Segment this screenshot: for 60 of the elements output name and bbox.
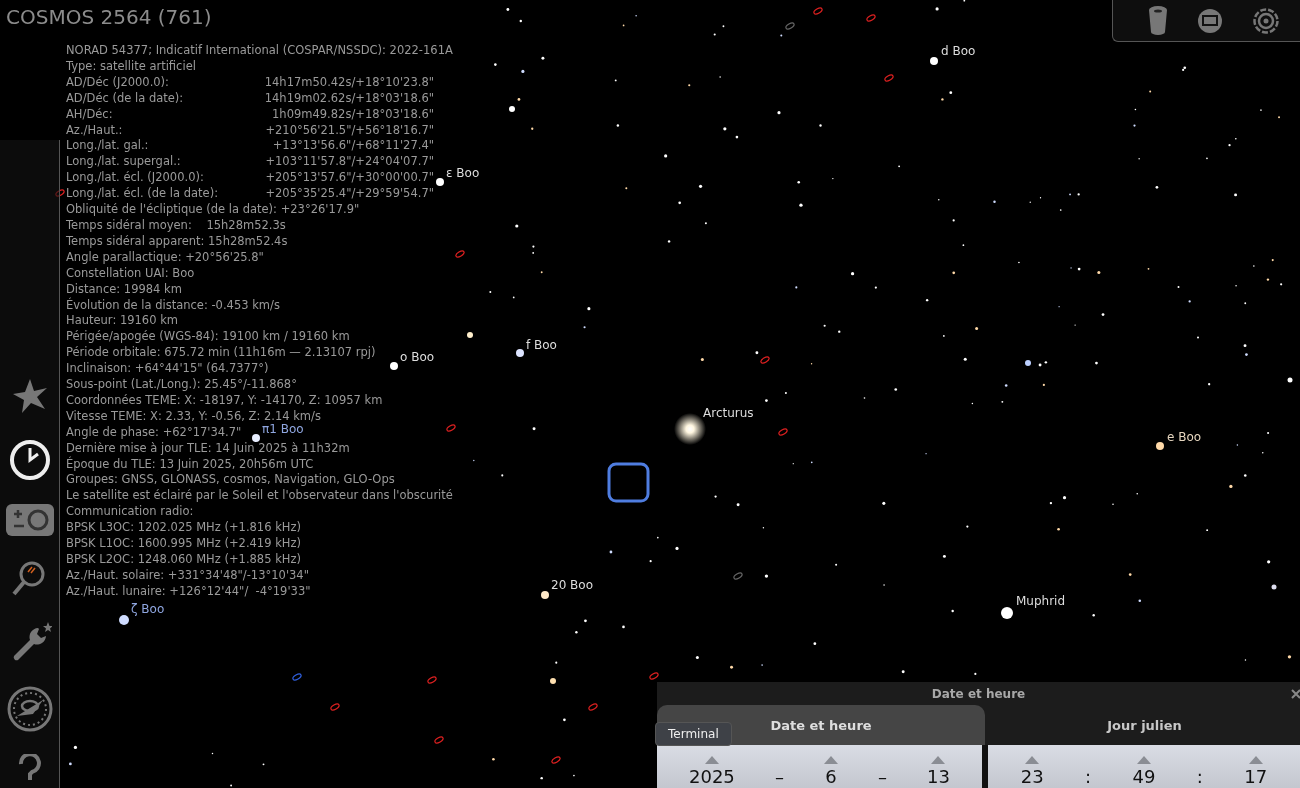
- star-label: ε Boo: [446, 166, 480, 180]
- info-line: Le satellite est éclairé par le Soleil et l'observateur dans l'obscurité: [66, 488, 453, 505]
- info-line: Groupes: GNSS, GLONASS, cosmos, Navigation, GLO-Ops: [66, 472, 395, 489]
- info-line: NORAD 54377; Indicatif International (COSPAR/NSSDC): 2022-161A: [66, 43, 453, 59]
- star-label: f Boo: [526, 338, 557, 352]
- star-label: o Boo: [400, 350, 435, 364]
- info-line: Hauteur: 19160 km: [66, 313, 178, 330]
- info-line: Temps sidéral moyen: 15h28m52.3s: [66, 217, 286, 234]
- object-title: COSMOS 2564 (761): [5, 4, 212, 29]
- tooltip: Terminal: [655, 722, 732, 746]
- star-label: d Boo: [941, 44, 976, 58]
- info-label: AD/Déc (de la date):: [66, 90, 184, 107]
- info-line: Constellation UAI: Boo: [66, 265, 195, 282]
- info-value: +13°13'56.6"/+68°11'27.4": [272, 138, 434, 155]
- info-line: BPSK L1OC: 1600.995 MHz (+2.419 kHz): [66, 536, 301, 552]
- separator: :: [1085, 766, 1092, 788]
- info-label: AH/Déc:: [66, 106, 113, 123]
- info-line: Inclinaison: +64°44'15" (64.7377°): [66, 361, 269, 378]
- info-value: +205°13'57.6"/+30°00'00.7": [265, 170, 434, 187]
- info-value: 1h09m49.82s/+18°03'18.6": [272, 106, 434, 123]
- info-value: +103°11'57.8"/+24°04'07.7": [265, 154, 434, 171]
- info-line: Vitesse TEME: X: 2.33, Y: -0.56, Z: 2.14 km/s: [66, 408, 321, 424]
- info-line: Sous-point (Lat./Long.): 25.45°/-11.868°: [66, 377, 297, 393]
- info-line: BPSK L3OC: 1202.025 MHz (+1.816 kHz): [66, 520, 301, 537]
- star-label: ζ Boo: [131, 602, 165, 616]
- info-line: Temps sidéral apparent: 15h28m52.4s: [66, 233, 288, 250]
- info-line: Distance: 19984 km: [66, 281, 182, 297]
- info-label: Long./lat. supergal.:: [66, 154, 181, 171]
- separator: –: [774, 766, 784, 788]
- info-line: Type: satellite artificiel: [66, 58, 196, 75]
- info-label: AD/Déc (J2000.0):: [66, 74, 169, 91]
- info-line: BPSK L2OC: 1248.060 MHz (+1.885 kHz): [66, 552, 301, 568]
- info-line: Dernière mise à jour TLE: 14 Juin 2025 à 11h32m: [66, 440, 350, 456]
- info-line: Angle parallactique: +20°56'25.8": [66, 249, 264, 266]
- info-line: Période orbitale: 675.72 min (11h16m — 2.13107 rpj): [66, 345, 376, 362]
- info-line: Périgée/apogée (WGS-84): 19100 km / 19160 km: [66, 329, 350, 346]
- star-label: e Boo: [1167, 430, 1202, 444]
- panel-title: Date et heure: [931, 686, 1026, 701]
- separator: –: [877, 766, 887, 788]
- info-line: Communication radio:: [66, 504, 194, 521]
- info-value: +205°35'25.4"/+29°59'54.7": [265, 186, 434, 203]
- info-label: Long./lat. écl. (J2000.0):: [66, 170, 204, 187]
- info-label: Long./lat. écl. (de la date):: [66, 186, 219, 203]
- info-value: +210°56'21.5"/+56°18'16.7": [265, 122, 434, 139]
- info-line: Évolution de la distance: -0.453 km/s: [66, 297, 280, 314]
- info-line: Angle de phase: +62°17'34.7": [66, 424, 242, 441]
- star-label: 20 Boo: [551, 578, 593, 592]
- info-line: Coordonnées TEME: X: -18197, Y: -14170, Z: 10957 km: [66, 392, 383, 409]
- info-line: Époque du TLE: 13 Juin 2025, 20h56m UTC: [66, 456, 314, 473]
- info-value: 14h17m50.42s/+18°10'23.8": [264, 74, 434, 91]
- star-label: π1 Boo: [262, 422, 304, 436]
- info-line: Obliquité de l'écliptique (de la date): +23°26'17.9": [66, 202, 360, 218]
- star-label: Muphrid: [1016, 594, 1066, 608]
- separator: :: [1196, 766, 1203, 788]
- info-line: Az./Haut. solaire: +331°34'48"/-13°10'34": [66, 567, 309, 584]
- info-value: 14h19m02.62s/+18°03'18.6": [264, 90, 434, 107]
- info-line: Az./Haut. lunaire: +126°12'44"/ -4°19'33": [66, 583, 311, 600]
- info-label: Long./lat. gal.:: [66, 138, 149, 155]
- star-label: Arcturus: [703, 406, 754, 420]
- info-label: Az./Haut.:: [66, 122, 123, 139]
